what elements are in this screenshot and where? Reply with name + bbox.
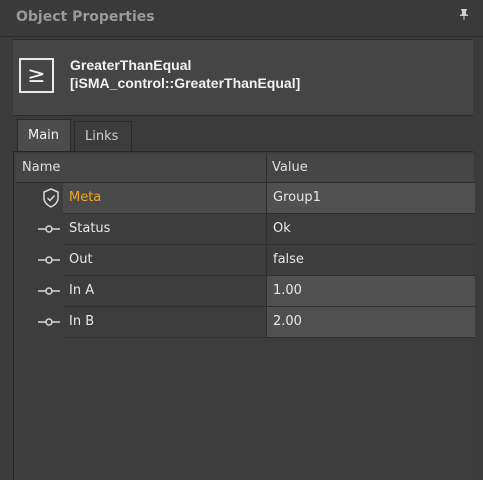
column-header-value[interactable]: Value	[272, 160, 308, 175]
table-row-status[interactable]: Status Ok	[16, 214, 475, 245]
object-header: ≥ GreaterThanEqual [iSMA_control::Greate…	[13, 39, 473, 116]
value-field[interactable]: 2.00	[266, 307, 475, 338]
row-name: Meta	[69, 190, 102, 205]
table-row-meta[interactable]: Meta Group1	[16, 183, 475, 214]
slot-icon	[38, 287, 60, 295]
pin-icon[interactable]	[459, 9, 469, 23]
value-field[interactable]: 1.00	[266, 276, 475, 307]
slot-icon	[38, 225, 60, 233]
table-row-in-a[interactable]: In A 1.00	[16, 276, 475, 307]
column-separator[interactable]	[266, 154, 267, 182]
value-field[interactable]: Group1	[266, 183, 475, 214]
row-value: Ok	[273, 221, 291, 236]
column-header-name[interactable]: Name	[22, 160, 60, 175]
row-name: In B	[69, 314, 95, 329]
row-name: In A	[69, 283, 95, 298]
table-row-in-b[interactable]: In B 2.00	[16, 307, 475, 338]
panel-titlebar: Object Properties	[0, 0, 483, 37]
row-name: Out	[69, 252, 93, 267]
tab-main[interactable]: Main	[17, 119, 71, 151]
table-row-out[interactable]: Out false	[16, 245, 475, 276]
greater-than-equal-icon: ≥	[19, 58, 54, 93]
tab-links[interactable]: Links	[74, 121, 132, 151]
slot-icon	[38, 318, 60, 326]
shield-icon	[43, 188, 59, 208]
slot-icon	[38, 256, 60, 264]
object-type: [iSMA_control::GreaterThanEqual]	[70, 75, 301, 91]
row-value: 1.00	[273, 283, 302, 298]
value-field: Ok	[266, 214, 475, 245]
panel-title: Object Properties	[16, 9, 155, 25]
properties-table: Name Value Meta Group1 Status Ok Out fal…	[13, 151, 475, 480]
object-name: GreaterThanEqual	[70, 57, 192, 73]
table-header: Name Value	[16, 154, 474, 183]
value-field: false	[266, 245, 475, 276]
row-value: Group1	[273, 190, 321, 205]
row-value: false	[273, 252, 304, 267]
tab-bar: Main Links	[13, 119, 473, 151]
row-name: Status	[69, 221, 111, 236]
row-value: 2.00	[273, 314, 302, 329]
